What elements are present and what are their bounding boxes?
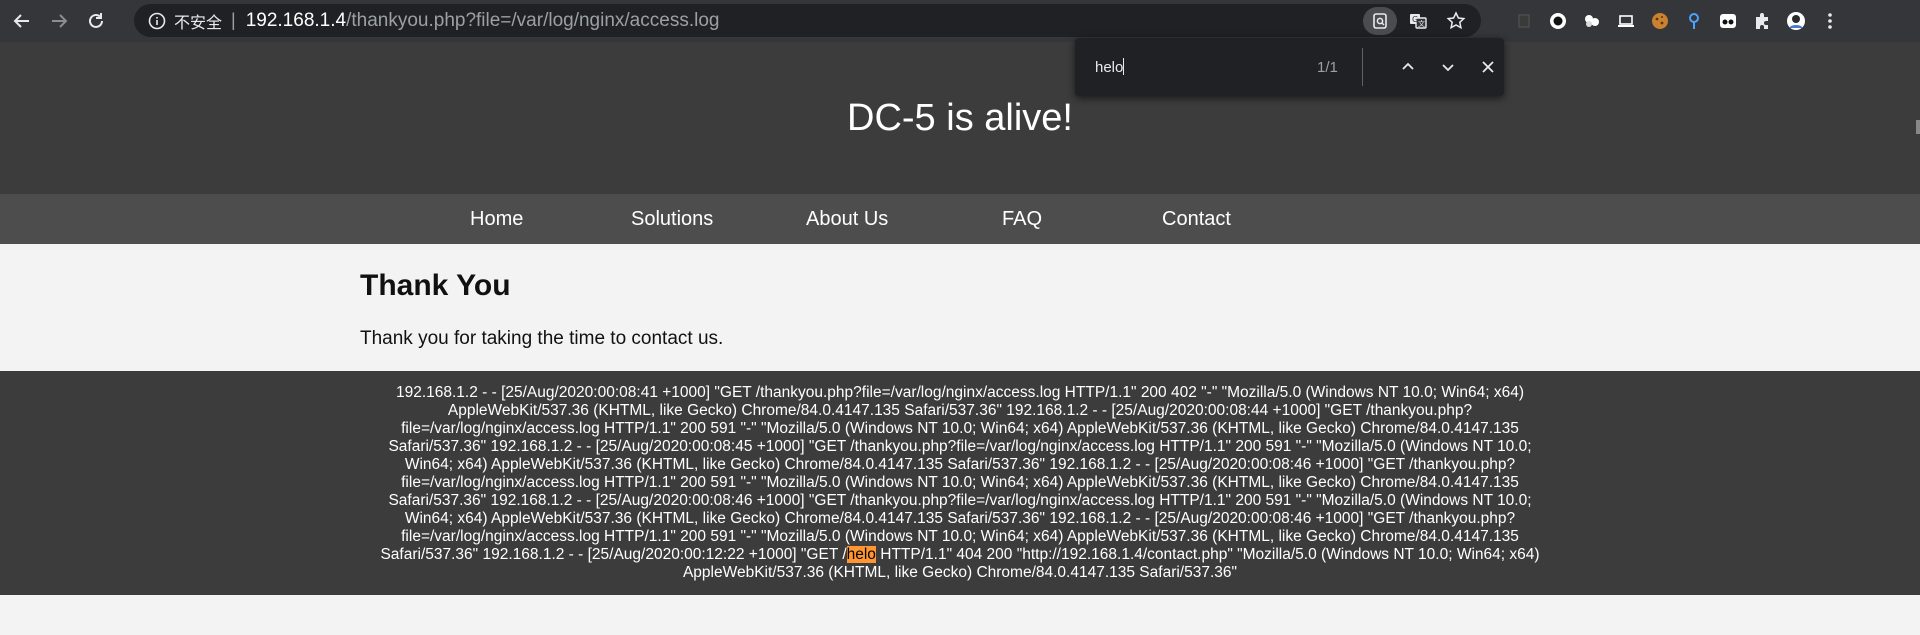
log-line: Win64; x64) AppleWebKit/537.36 (KHTML, l… — [404, 510, 1516, 527]
page-footer-space — [0, 595, 1920, 635]
log-line: AppleWebKit/537.36 (KHTML, like Gecko) C… — [682, 564, 1238, 581]
find-close-button[interactable] — [1473, 52, 1503, 82]
log-line: 192.168.1.2 - - [25/Aug/2020:00:08:41 +1… — [395, 384, 1525, 401]
chevron-down-icon — [1442, 64, 1454, 72]
nav-link-about-us[interactable]: About Us — [806, 208, 888, 231]
back-button[interactable] — [7, 6, 37, 36]
log-text: HTTP/1.1" 404 200 "http://192.168.1.4/co… — [875, 546, 1540, 563]
log-line: Win64; x64) AppleWebKit/537.36 (KHTML, l… — [404, 456, 1516, 473]
extension-4[interactable] — [1610, 5, 1642, 37]
browser-toolbar: 不安全 | 192.168.1.4/thankyou.php?file=/var… — [0, 0, 1920, 42]
chevron-up-icon — [1402, 62, 1414, 70]
extension-2[interactable] — [1542, 5, 1574, 37]
url-path[interactable]: /thankyou.php?file=/var/log/nginx/access… — [346, 10, 719, 32]
bookmark-button[interactable] — [1439, 7, 1473, 35]
find-highlight: helo — [846, 546, 876, 563]
log-text: Safari/537.36" 192.168.1.2 - - [25/Aug/2… — [380, 546, 847, 563]
url-separator: | — [231, 10, 236, 30]
svg-text:文: 文 — [1418, 19, 1425, 28]
log-line: file=/var/log/nginx/access.log HTTP/1.1"… — [401, 528, 1519, 545]
site-nav: Home Solutions About Us FAQ Contact — [0, 194, 1920, 244]
find-bar: helo 1/1 — [1075, 38, 1504, 96]
translate-button[interactable]: G文 — [1401, 7, 1435, 35]
log-line: file=/var/log/nginx/access.log HTTP/1.1"… — [401, 420, 1519, 437]
find-next-button[interactable] — [1433, 52, 1463, 82]
nav-link-contact[interactable]: Contact — [1162, 208, 1231, 231]
location-pin-icon — [1689, 13, 1699, 29]
find-match-count: 1/1 — [1317, 58, 1338, 76]
thank-you-message: Thank you for taking the time to contact… — [360, 328, 724, 349]
log-line-highlighted: Safari/537.36" 192.168.1.2 - - [25/Aug/2… — [350, 546, 1570, 564]
nav-link-home[interactable]: Home — [470, 208, 523, 231]
address-bar[interactable]: 不安全 | 192.168.1.4/thankyou.php?file=/var… — [134, 4, 1481, 37]
log-line: Safari/537.36" 192.168.1.2 - - [25/Aug/2… — [388, 438, 1532, 455]
forward-button[interactable] — [44, 6, 74, 36]
nav-link-faq[interactable]: FAQ — [1002, 208, 1042, 231]
profile-avatar — [1787, 12, 1805, 30]
menu-dots-icon — [1828, 13, 1832, 29]
cloud-ext-icon — [1585, 15, 1599, 27]
reload-button[interactable] — [81, 6, 111, 36]
find-input[interactable]: helo — [1095, 58, 1295, 76]
extensions-row — [1508, 0, 1848, 42]
nav-link-solutions[interactable]: Solutions — [631, 208, 713, 231]
forward-arrow-icon — [52, 14, 68, 28]
circle-ext-icon — [1550, 13, 1566, 29]
extension-1[interactable] — [1508, 5, 1540, 37]
info-icon[interactable] — [148, 12, 166, 30]
extension-3[interactable] — [1576, 5, 1608, 37]
site-title: DC-5 is alive! — [847, 96, 1073, 139]
menu-button[interactable] — [1814, 5, 1846, 37]
extensions-button[interactable] — [1746, 5, 1778, 37]
find-in-page-button[interactable] — [1363, 6, 1397, 35]
cookie-icon — [1652, 13, 1668, 29]
find-previous-button[interactable] — [1393, 52, 1423, 82]
scrollbar-marker[interactable] — [1916, 120, 1920, 134]
extension-6[interactable] — [1678, 5, 1710, 37]
web-page: DC-5 is alive! Home Solutions About Us F… — [0, 42, 1920, 635]
site-header: DC-5 is alive! — [0, 42, 1920, 194]
log-line: file=/var/log/nginx/access.log HTTP/1.1"… — [401, 474, 1519, 491]
url-host[interactable]: 192.168.1.4 — [246, 10, 346, 32]
search-page-icon — [1373, 12, 1387, 29]
log-line: Safari/537.36" 192.168.1.2 - - [25/Aug/2… — [388, 492, 1532, 509]
laptop-ext-icon — [1618, 15, 1634, 27]
close-icon — [1482, 61, 1494, 73]
log-line: AppleWebKit/537.36 (KHTML, like Gecko) C… — [447, 402, 1473, 419]
reload-icon — [89, 13, 103, 28]
extension-7[interactable] — [1712, 5, 1744, 37]
translate-icon: G文 — [1410, 13, 1427, 29]
back-arrow-icon — [13, 14, 29, 28]
extension-5[interactable] — [1644, 5, 1676, 37]
text-caret — [1123, 58, 1125, 75]
page-heading: Thank You — [360, 269, 511, 302]
find-divider — [1362, 48, 1363, 86]
find-query: helo — [1095, 59, 1124, 76]
profile-button[interactable] — [1780, 5, 1812, 37]
star-icon — [1446, 10, 1466, 29]
bookmark-ext-icon — [1518, 14, 1530, 28]
log-output: 192.168.1.2 - - [25/Aug/2020:00:08:41 +1… — [0, 371, 1920, 595]
glasses-ext-icon — [1720, 14, 1736, 28]
security-label[interactable]: 不安全 — [174, 9, 222, 33]
main-content: Thank You Thank you for taking the time … — [0, 244, 1920, 371]
extensions-icon — [1756, 13, 1768, 29]
